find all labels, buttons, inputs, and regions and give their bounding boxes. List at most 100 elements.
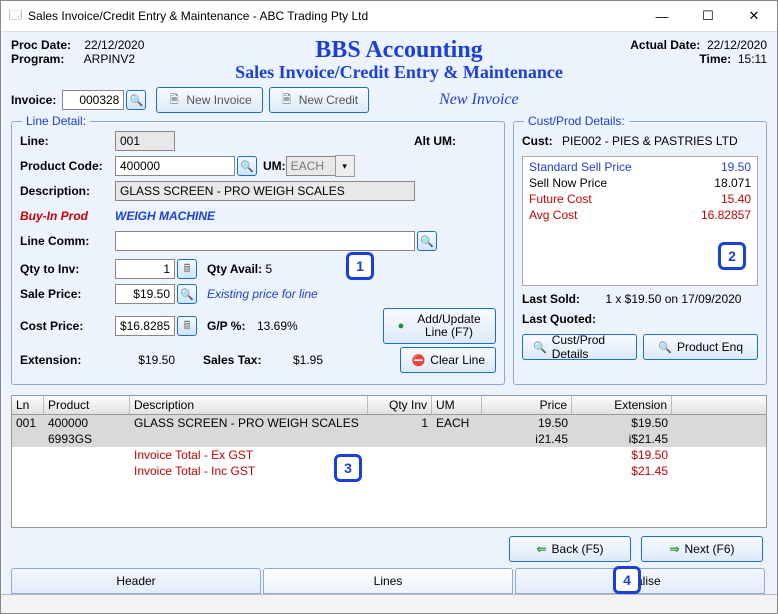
time-label: Time:	[699, 52, 731, 66]
invoice-input[interactable]: 000328	[62, 90, 124, 110]
document-icon: 🗎	[280, 93, 294, 107]
qty-label: Qty to Inv:	[20, 262, 115, 276]
um-dropdown-icon[interactable]: ▾	[335, 155, 355, 177]
product-code-label: Product Code:	[20, 159, 115, 173]
gp-label: G/P %:	[207, 319, 257, 333]
search-icon: 🔍	[658, 340, 672, 354]
line-label: Line:	[20, 134, 115, 148]
cust-prod-panel: Cust/Prod Details: Cust: PIE002 - PIES &…	[513, 121, 767, 385]
arrow-left-icon: ⇐	[536, 542, 546, 556]
grid-header-um[interactable]: UM	[432, 396, 482, 414]
cust-prod-legend: Cust/Prod Details:	[524, 114, 629, 128]
qty-avail-label: Qty Avail:	[207, 262, 262, 276]
clear-icon: ⛔	[411, 353, 425, 367]
cost-price-input[interactable]: $16.8285	[115, 316, 175, 336]
line-detail-legend: Line Detail:	[22, 114, 90, 128]
price-row: Sell Now Price18.071	[529, 176, 751, 190]
product-search-icon[interactable]: 🔍	[237, 156, 257, 176]
invoice-label: Invoice:	[11, 93, 56, 107]
maximize-button[interactable]: ☐	[685, 1, 731, 31]
grid-row[interactable]: 001 400000 GLASS SCREEN - PRO WEIGH SCAL…	[12, 415, 766, 431]
proc-date-value: 22/12/2020	[84, 38, 144, 52]
cust-value: PIE002 - PIES & PASTRIES LTD	[562, 134, 738, 148]
callout-marker-2: 2	[718, 242, 746, 270]
brand-subtitle: Sales Invoice/Credit Entry & Maintenance	[211, 62, 587, 83]
qty-input[interactable]: 1	[115, 259, 175, 279]
program-value: ARPINV2	[84, 52, 135, 66]
existing-price-label: Existing price for line	[207, 287, 318, 301]
grid-header-ext[interactable]: Extension	[572, 396, 672, 414]
price-row: Standard Sell Price19.50	[529, 160, 751, 174]
titlebar: 🗔 Sales Invoice/Credit Entry & Maintenan…	[1, 1, 777, 32]
gp-value: 13.69%	[257, 319, 298, 333]
grid-row[interactable]: Invoice Total - Ex GST $19.50	[12, 447, 766, 463]
grid-header-product[interactable]: Product	[44, 396, 130, 414]
new-credit-button[interactable]: 🗎New Credit	[269, 87, 369, 113]
line-comm-input[interactable]	[115, 231, 415, 251]
sale-price-input[interactable]: $19.50	[115, 284, 175, 304]
description-label: Description:	[20, 184, 115, 198]
buyin-value: WEIGH MACHINE	[115, 209, 215, 223]
search-icon: 🔍	[533, 340, 547, 354]
lines-grid: Ln Product Description Qty Inv UM Price …	[11, 395, 767, 528]
tab-header[interactable]: Header	[11, 568, 261, 594]
cost-price-label: Cost Price:	[20, 319, 115, 333]
product-code-input[interactable]: 400000	[115, 156, 235, 176]
last-sold-value: 1 x $19.50 on 17/09/2020	[605, 292, 741, 306]
new-invoice-button[interactable]: 🗎New Invoice	[156, 87, 262, 113]
grid-row[interactable]: Invoice Total - Inc GST $21.45	[12, 463, 766, 479]
product-enq-button[interactable]: 🔍Product Enq	[643, 334, 758, 360]
price-row: Future Cost15.40	[529, 192, 751, 206]
time-value: 15:11	[738, 52, 767, 66]
grid-header-qty[interactable]: Qty Inv	[368, 396, 432, 414]
line-no-field: 001	[115, 131, 175, 151]
invoice-search-icon[interactable]: 🔍	[126, 90, 146, 110]
last-sold-label: Last Sold:	[522, 292, 602, 306]
sale-price-search-icon[interactable]: 🔍	[177, 284, 197, 304]
alt-um-label: Alt UM:	[414, 134, 456, 148]
grid-header-ln[interactable]: Ln	[12, 396, 44, 414]
clear-line-button[interactable]: ⛔Clear Line	[400, 347, 496, 373]
line-comm-label: Line Comm:	[20, 234, 115, 248]
grid-header-price[interactable]: Price	[482, 396, 572, 414]
buyin-label: Buy-In Prod	[20, 209, 115, 223]
app-icon: 🗔	[9, 6, 22, 27]
actual-date-value: 22/12/2020	[707, 38, 767, 52]
cost-calc-icon[interactable]: 🖩	[177, 316, 197, 336]
document-icon: 🗎	[167, 93, 181, 107]
um-field: EACH	[286, 156, 336, 176]
brand-title: BBS Accounting	[211, 38, 587, 62]
callout-marker-1: 1	[346, 252, 374, 280]
next-button[interactable]: ⇒Next (F6)	[641, 536, 763, 562]
add-update-line-button[interactable]: ●Add/Update Line (F7)	[383, 308, 496, 344]
mode-label: New Invoice	[439, 91, 519, 109]
window-title: Sales Invoice/Credit Entry & Maintenance…	[28, 9, 639, 23]
sales-tax-label: Sales Tax:	[203, 353, 273, 367]
add-icon: ●	[394, 319, 408, 333]
callout-marker-4: 4	[613, 566, 641, 594]
grid-header-description[interactable]: Description	[130, 396, 368, 414]
minimize-button[interactable]: —	[639, 1, 685, 31]
back-button[interactable]: ⇐Back (F5)	[509, 536, 631, 562]
extension-value: $19.50	[115, 353, 175, 367]
actual-date-label: Actual Date:	[630, 38, 700, 52]
proc-date-label: Proc Date:	[11, 38, 81, 52]
line-detail-panel: Line Detail: Line: 001 Alt UM: Product C…	[11, 121, 505, 385]
last-quoted-label: Last Quoted:	[522, 312, 602, 326]
grid-row[interactable]: 6993GS i21.45 i$21.45	[12, 431, 766, 447]
extension-label: Extension:	[20, 353, 115, 367]
close-button[interactable]: ✕	[731, 1, 777, 31]
sale-price-label: Sale Price:	[20, 287, 115, 301]
program-label: Program:	[11, 52, 81, 66]
callout-marker-3: 3	[334, 454, 362, 482]
tab-lines[interactable]: Lines	[263, 568, 513, 594]
arrow-right-icon: ⇒	[669, 542, 679, 556]
qty-calc-icon[interactable]: 🖩	[177, 259, 197, 279]
description-field: GLASS SCREEN - PRO WEIGH SCALES	[115, 181, 415, 201]
price-row: Avg Cost16.82857	[529, 208, 751, 222]
qty-avail-value: 5	[265, 262, 272, 276]
line-comm-search-icon[interactable]: 🔍	[417, 231, 437, 251]
um-label: UM:	[263, 159, 286, 173]
cust-label: Cust:	[522, 134, 562, 148]
cust-prod-details-button[interactable]: 🔍Cust/Prod Details	[522, 334, 637, 360]
